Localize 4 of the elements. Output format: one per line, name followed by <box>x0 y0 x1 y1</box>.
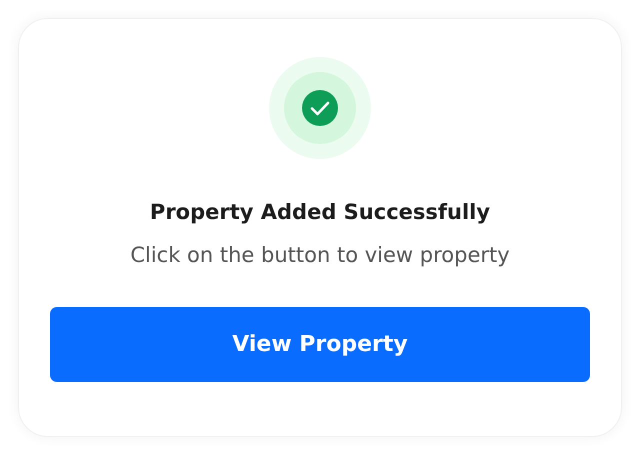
success-check-icon <box>269 57 371 159</box>
dialog-message: Click on the button to view property <box>130 243 510 267</box>
dialog-title: Property Added Successfully <box>150 200 490 224</box>
view-property-button[interactable]: View Property <box>50 307 590 382</box>
